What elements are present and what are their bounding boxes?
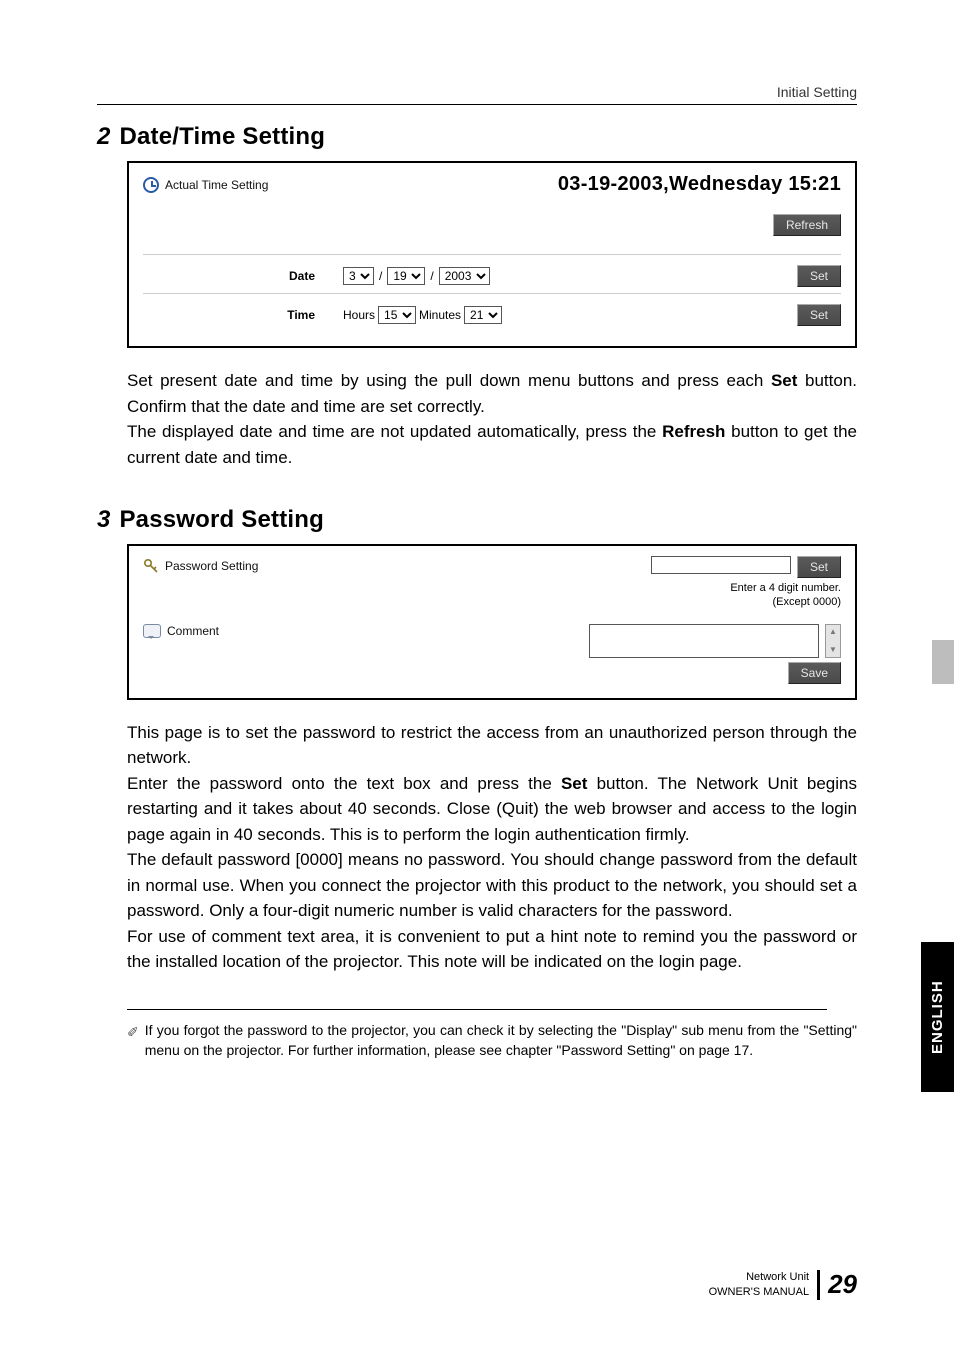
password-input[interactable] [651,556,791,574]
footnote-text: If you forgot the password to the projec… [145,1020,857,1061]
section2-number: 2 [97,123,111,150]
time-minutes-select[interactable]: 21 [464,306,502,324]
header-section-label: Initial Setting [777,84,857,100]
slash: / [428,269,435,283]
password-setting-label: Password Setting [165,559,258,573]
footer-line1: Network Unit [746,1271,809,1283]
time-set-button[interactable]: Set [797,304,841,326]
page-footer: Network Unit OWNER'S MANUAL 29 [97,1269,857,1300]
side-tab-gray [932,640,954,684]
password-hint: Enter a 4 digit number. (Except 0000) [730,582,841,610]
refresh-button[interactable]: Refresh [773,214,841,236]
scroll-up-icon[interactable]: ▲ [826,625,840,639]
hours-label: Hours [343,308,375,322]
date-set-button[interactable]: Set [797,265,841,287]
time-row: Time Hours 15 Minutes 21 Set [143,293,841,332]
key-icon [143,558,159,574]
actual-time-label: Actual Time Setting [165,178,268,192]
section3-heading: 3 Password Setting [97,506,857,534]
slash: / [377,269,384,283]
current-datetime-display: 03-19-2003,Wednesday 15:21 [558,173,841,196]
section2-body: Set present date and time by using the p… [127,368,857,470]
section2-title: Date/Time Setting [119,123,325,150]
password-set-button[interactable]: Set [797,556,841,578]
comment-save-button[interactable]: Save [788,662,841,684]
footnote-rule [127,1009,827,1010]
section3-number: 3 [97,506,111,533]
side-tab-english: ENGLISH [921,942,954,1092]
page-number: 29 [828,1269,857,1300]
header-rule [97,104,857,105]
section2-heading: 2 Date/Time Setting [97,123,857,151]
comment-icon [143,624,161,638]
comment-textarea[interactable] [589,624,819,658]
date-year-select[interactable]: 2003 [439,267,490,285]
section3-body: This page is to set the password to rest… [127,720,857,975]
password-panel: Password Setting Set Enter a 4 digit num… [127,544,857,700]
footnote: ✐ If you forgot the password to the proj… [127,1020,857,1061]
time-hours-select[interactable]: 15 [378,306,416,324]
datetime-panel: Actual Time Setting 03-19-2003,Wednesday… [127,161,857,348]
scroll-down-icon[interactable]: ▼ [826,643,840,657]
scrollbar[interactable]: ▲ ▼ [825,624,841,658]
date-day-select[interactable]: 19 [387,267,425,285]
comment-label: Comment [167,624,219,638]
footer-line2: OWNER'S MANUAL [709,1286,810,1298]
clock-icon [143,177,159,193]
section3-title: Password Setting [119,506,324,533]
date-row: Date 3 / 19 / 2003 Set [143,254,841,293]
date-label: Date [143,269,343,283]
minutes-label: Minutes [419,308,461,322]
time-label: Time [143,308,343,322]
date-month-select[interactable]: 3 [343,267,374,285]
pencil-icon: ✐ [127,1020,139,1061]
